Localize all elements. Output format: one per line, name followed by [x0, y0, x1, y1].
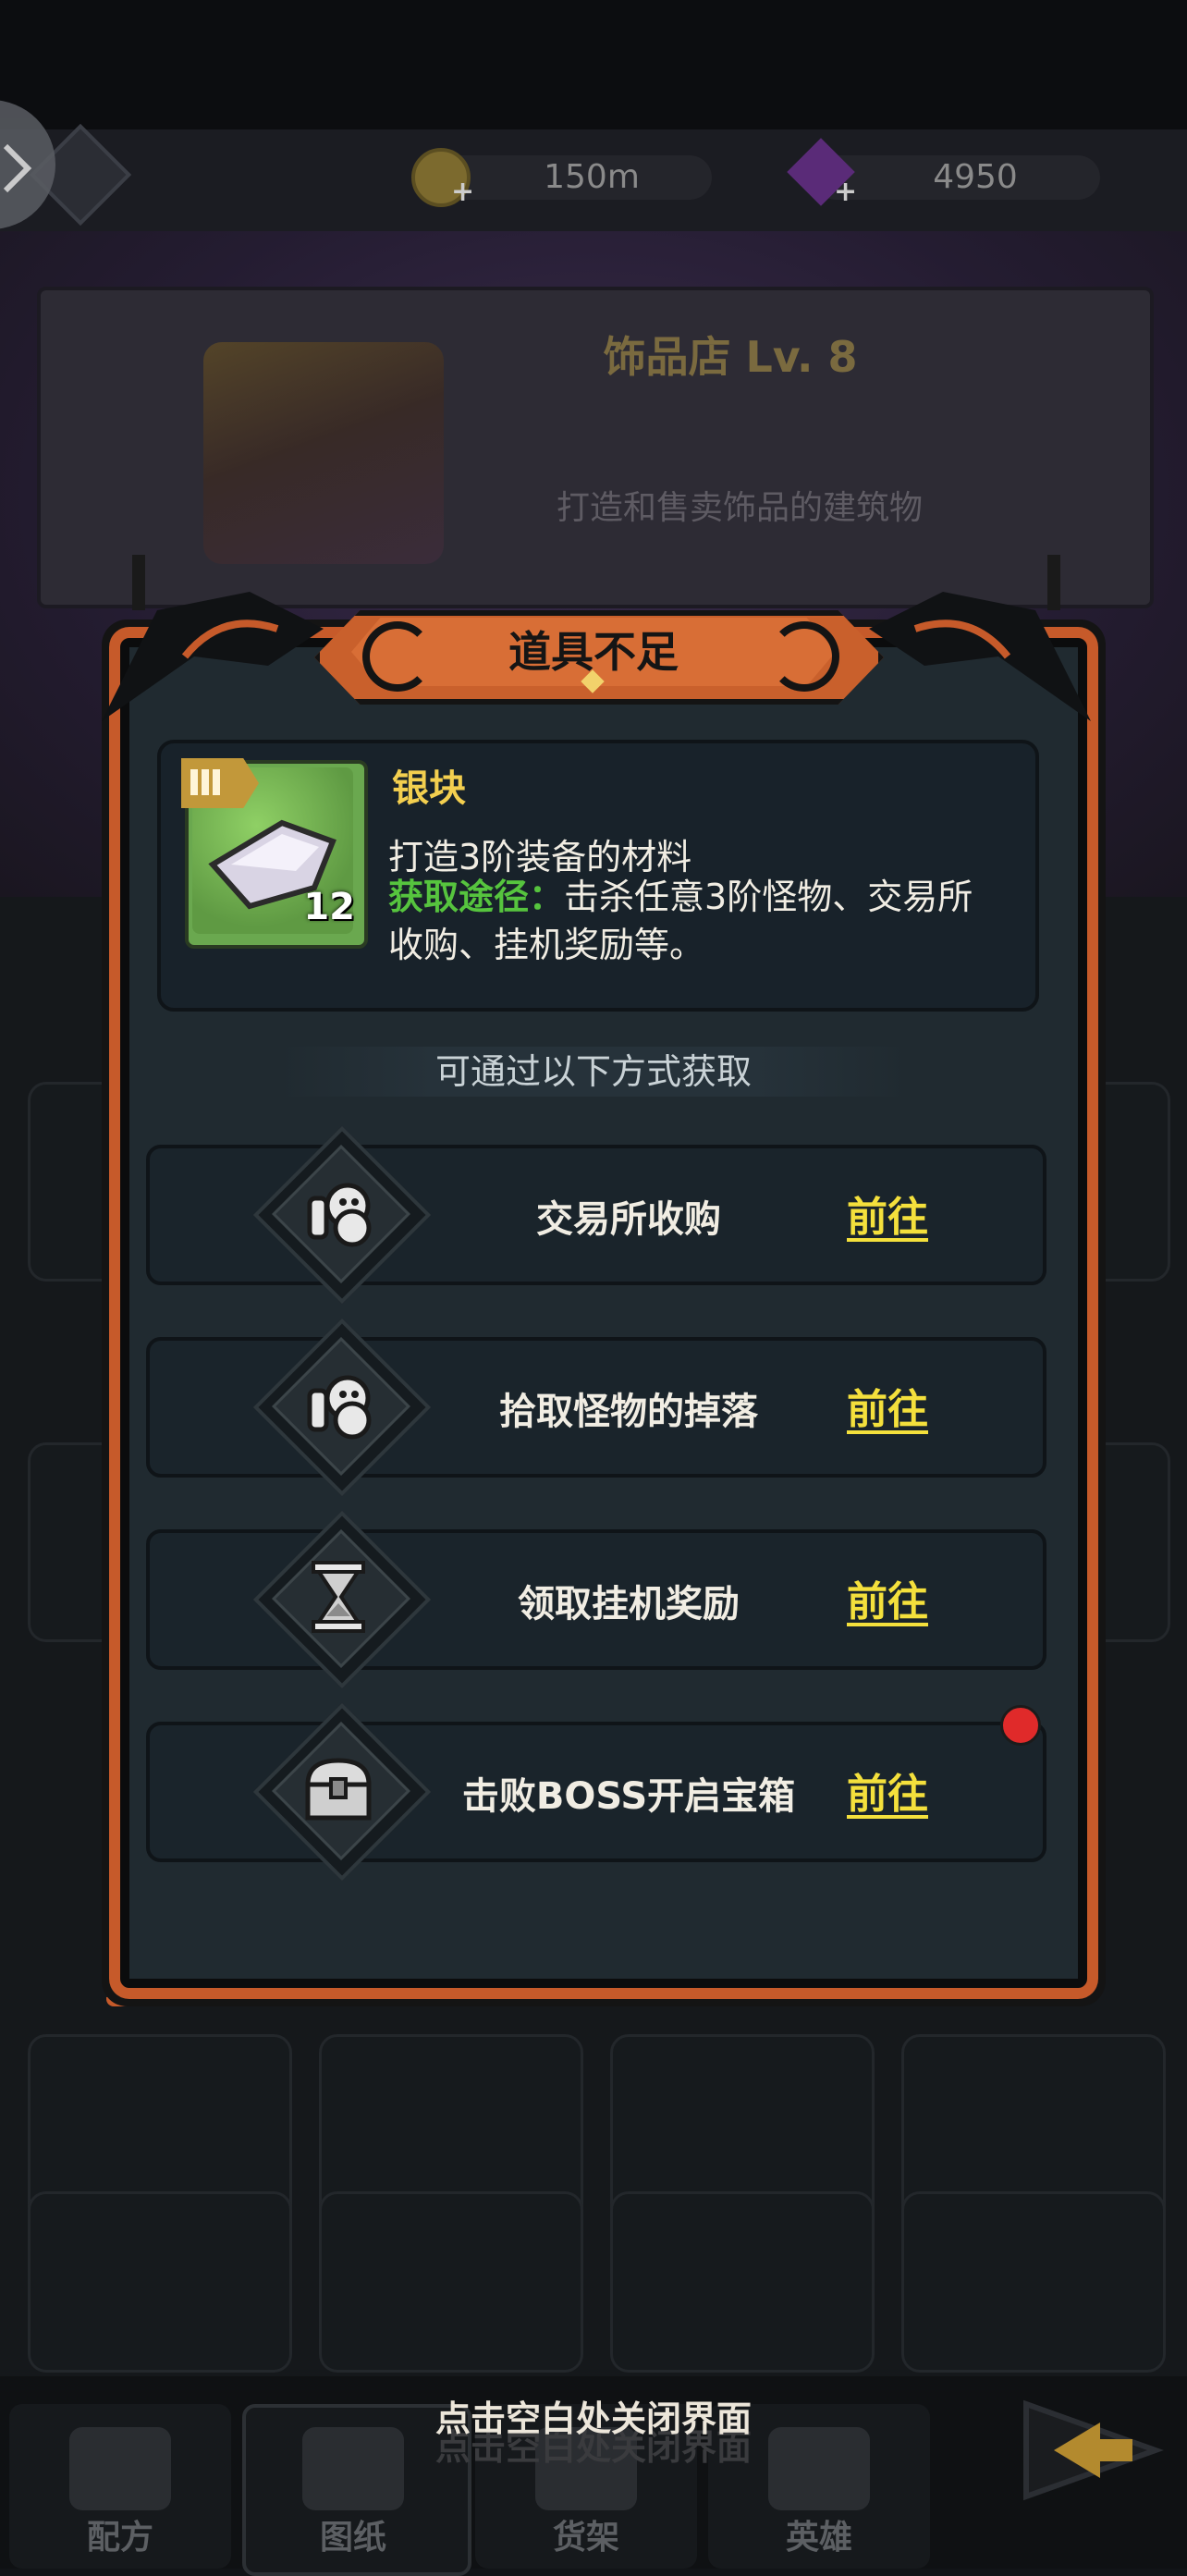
item-source-text: 击杀任意3阶怪物、交易所: [564, 877, 973, 917]
item-source-text-line2: 收购、挂机奖励等。: [388, 925, 705, 965]
tab-recipes-label: 配方: [86, 2519, 153, 2557]
grid-cell: [610, 2191, 875, 2373]
hourglass-icon: [312, 1561, 365, 1633]
grid-cell: [901, 2191, 1166, 2373]
go-button[interactable]: 前往: [847, 1760, 928, 1820]
gold-value: 150m: [544, 158, 640, 196]
ghost-hand-icon: [307, 1183, 372, 1247]
close-hint[interactable]: 点击空白处关闭界面: [0, 2390, 1187, 2441]
shop-description: 打造和售卖饰品的建筑物: [556, 489, 923, 527]
source-label: 击败BOSS开启宝箱: [461, 1775, 796, 1818]
grid-cell: [319, 2191, 583, 2373]
go-button[interactable]: 前往: [847, 1568, 928, 1627]
chevron-right-icon: [3, 143, 32, 193]
grid-cell: [28, 2191, 292, 2373]
source-label: 拾取怪物的掉落: [499, 1391, 758, 1433]
tier-three-icon: [190, 769, 227, 797]
shop-title: 饰品店 Lv. 8: [603, 332, 858, 382]
gem-value: 4950: [933, 158, 1018, 196]
status-bar-area: [0, 0, 1187, 129]
tab-heroes-label: 英雄: [785, 2519, 852, 2557]
item-source: 获取途径：击杀任意3阶怪物、交易所 收购、挂机奖励等。: [388, 873, 1017, 969]
go-button[interactable]: 前往: [847, 1184, 928, 1243]
source-label: 交易所收购: [536, 1198, 721, 1241]
item-count: 12: [303, 886, 355, 928]
item-name: 银块: [392, 767, 466, 810]
acquire-section-label: 可通过以下方式获取: [277, 1047, 910, 1097]
item-source-label: 获取途径：: [388, 877, 565, 917]
item-description: 打造3阶装备的材料: [388, 837, 692, 877]
ghost-hand-icon: [307, 1375, 372, 1440]
add-gem-icon[interactable]: +: [834, 178, 857, 206]
go-button[interactable]: 前往: [847, 1376, 928, 1435]
shop-building-image: [203, 342, 444, 564]
source-label: 领取挂机奖励: [518, 1583, 740, 1625]
treasure-chest-icon: [305, 1758, 372, 1821]
notification-dot: [1000, 1705, 1041, 1746]
tab-shelves-label: 货架: [552, 2519, 619, 2557]
add-gold-icon[interactable]: +: [451, 178, 474, 206]
tab-blueprints-label: 图纸: [319, 2519, 386, 2557]
